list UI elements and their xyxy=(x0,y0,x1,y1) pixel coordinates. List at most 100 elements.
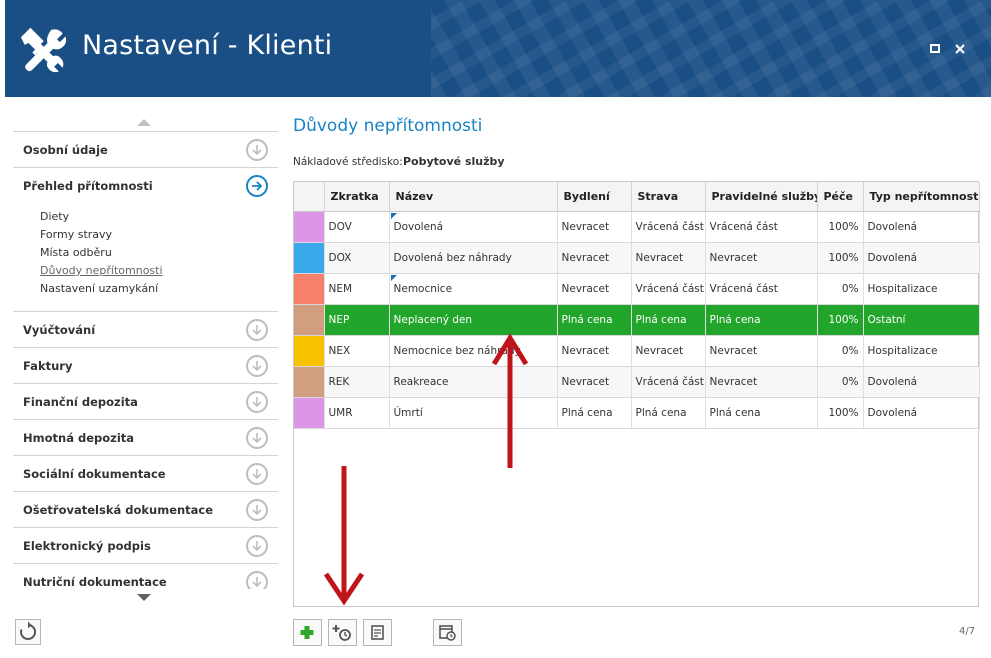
cell-care[interactable]: 0% xyxy=(817,366,864,398)
sidebar-item-osetrovatelska-dokumentace[interactable]: Ošetřovatelská dokumentace xyxy=(13,491,278,527)
maximize-button[interactable] xyxy=(926,40,944,58)
column-header[interactable]: Pravidelné služby xyxy=(705,182,818,212)
subitem-mista-odberu[interactable]: Místa odběru xyxy=(40,246,112,259)
chevron-down-circle-icon[interactable] xyxy=(246,319,268,341)
notes-button[interactable] xyxy=(363,619,392,646)
sidebar-item-faktury[interactable]: Faktury xyxy=(13,347,278,383)
cell-name[interactable]: Dovolená xyxy=(389,211,558,243)
cell-type[interactable]: Dovolená xyxy=(863,397,980,429)
cell-name[interactable]: Nemocnice bez náhrady xyxy=(389,335,558,367)
cell-code[interactable]: NEX xyxy=(324,335,390,367)
cell-name[interactable]: Neplacený den xyxy=(389,304,558,336)
chevron-down-circle-icon[interactable] xyxy=(246,355,268,377)
cell-name[interactable]: Úmrtí xyxy=(389,397,558,429)
add-button[interactable] xyxy=(293,619,322,646)
cell-food[interactable]: Vrácená část xyxy=(631,273,706,305)
cell-housing[interactable]: Plná cena xyxy=(557,304,632,336)
subitem-diety[interactable]: Diety xyxy=(40,210,69,223)
column-header[interactable]: Strava xyxy=(631,182,706,212)
sidebar-item-elektronicky-podpis[interactable]: Elektronický podpis xyxy=(13,527,278,563)
cell-type[interactable]: Dovolená xyxy=(863,211,980,243)
sidebar-item-socialni-dokumentace[interactable]: Sociální dokumentace xyxy=(13,455,278,491)
table-row[interactable]: DOX Dovolená bez náhrady Nevracet Nevracet N… xyxy=(294,242,980,274)
scroll-down-icon[interactable] xyxy=(137,594,151,601)
subitem-formy-stravy[interactable]: Formy stravy xyxy=(40,228,112,241)
cell-housing[interactable]: Plná cena xyxy=(557,397,632,429)
cell-code[interactable]: DOV xyxy=(324,211,390,243)
cell-food[interactable]: Plná cena xyxy=(631,304,706,336)
column-header[interactable]: Zkratka xyxy=(324,182,390,212)
cell-food[interactable]: Vrácená část xyxy=(631,366,706,398)
chevron-down-circle-icon[interactable] xyxy=(246,463,268,485)
column-header[interactable]: Název xyxy=(389,182,558,212)
subitem-nastaveni-uzamykani[interactable]: Nastavení uzamykání xyxy=(40,282,158,295)
table-header-row: Zkratka Název Bydlení Strava Pravidelné … xyxy=(294,182,980,212)
cell-code[interactable]: REK xyxy=(324,366,390,398)
cell-services[interactable]: Nevracet xyxy=(705,335,818,367)
table-row[interactable]: DOV Dovolená Nevracet Vrácená část Vrácená č… xyxy=(294,211,980,243)
cell-housing[interactable]: Nevracet xyxy=(557,273,632,305)
table-row[interactable]: NEX Nemocnice bez náhrady Nevracet Nevracet… xyxy=(294,335,980,367)
cell-name[interactable]: Nemocnice xyxy=(389,273,558,305)
chevron-down-circle-icon[interactable] xyxy=(246,535,268,557)
chevron-down-circle-icon[interactable] xyxy=(246,139,268,161)
cell-food[interactable]: Plná cena xyxy=(631,397,706,429)
column-header[interactable]: Typ nepřítomnosti xyxy=(863,182,980,212)
chevron-down-circle-icon[interactable] xyxy=(246,427,268,449)
scroll-up-icon[interactable] xyxy=(137,119,151,126)
cell-code[interactable]: DOX xyxy=(324,242,390,274)
table-row[interactable]: REK Reakreace Nevracet Vrácená část Nevracet… xyxy=(294,366,980,398)
cell-housing[interactable]: Nevracet xyxy=(557,366,632,398)
sidebar-item-osobni-udaje[interactable]: Osobní údaje xyxy=(13,131,278,167)
row-color-swatch xyxy=(294,366,325,398)
cell-care[interactable]: 100% xyxy=(817,397,864,429)
sidebar-item-hmotna-depozita[interactable]: Hmotná depozita xyxy=(13,419,278,455)
cell-services[interactable]: Vrácená část xyxy=(705,273,818,305)
cell-food[interactable]: Nevracet xyxy=(631,335,706,367)
cell-code[interactable]: UMR xyxy=(324,397,390,429)
sidebar-item-nutricni-dokumentace[interactable]: Nutriční dokumentace xyxy=(13,563,278,589)
cell-type[interactable]: Ostatní xyxy=(863,304,980,336)
cell-type[interactable]: Hospitalizace xyxy=(863,335,980,367)
table-row[interactable]: NEP Neplacený den Plná cena Plná cena Plná c… xyxy=(294,304,980,336)
chevron-down-circle-icon[interactable] xyxy=(246,571,268,589)
sidebar-item-vyuctovani[interactable]: Vyúčtování xyxy=(13,311,278,347)
column-header[interactable]: Péče xyxy=(817,182,864,212)
cell-care[interactable]: 0% xyxy=(817,335,864,367)
cell-services[interactable]: Vrácená část xyxy=(705,211,818,243)
cell-care[interactable]: 0% xyxy=(817,273,864,305)
cell-care[interactable]: 100% xyxy=(817,242,864,274)
plus-icon xyxy=(300,626,314,639)
cell-care[interactable]: 100% xyxy=(817,304,864,336)
cell-type[interactable]: Hospitalizace xyxy=(863,273,980,305)
cell-services[interactable]: Plná cena xyxy=(705,304,818,336)
add-time-button[interactable] xyxy=(328,619,357,646)
cell-housing[interactable]: Nevracet xyxy=(557,242,632,274)
cell-name[interactable]: Reakreace xyxy=(389,366,558,398)
refresh-button[interactable] xyxy=(15,619,41,645)
chevron-down-circle-icon[interactable] xyxy=(246,499,268,521)
cell-type[interactable]: Dovolená xyxy=(863,366,980,398)
cell-housing[interactable]: Nevracet xyxy=(557,211,632,243)
cell-housing[interactable]: Nevracet xyxy=(557,335,632,367)
cell-food[interactable]: Vrácená část xyxy=(631,211,706,243)
cell-code[interactable]: NEM xyxy=(324,273,390,305)
table-row[interactable]: NEM Nemocnice Nevracet Vrácená část Vrácená … xyxy=(294,273,980,305)
history-button[interactable] xyxy=(433,619,462,646)
close-button[interactable] xyxy=(951,40,969,58)
sidebar-item-financni-depozita[interactable]: Finanční depozita xyxy=(13,383,278,419)
subitem-duvody-nepritomnosti[interactable]: Důvody nepřítomnosti xyxy=(40,264,163,277)
cell-name[interactable]: Dovolená bez náhrady xyxy=(389,242,558,274)
chevron-right-circle-icon[interactable] xyxy=(246,175,268,197)
cell-food[interactable]: Nevracet xyxy=(631,242,706,274)
cell-services[interactable]: Nevracet xyxy=(705,242,818,274)
calendar-clock-icon xyxy=(439,625,456,641)
chevron-down-circle-icon[interactable] xyxy=(246,391,268,413)
cell-type[interactable]: Dovolená xyxy=(863,242,980,274)
cell-care[interactable]: 100% xyxy=(817,211,864,243)
cell-code[interactable]: NEP xyxy=(324,304,390,336)
column-header[interactable]: Bydlení xyxy=(557,182,632,212)
table-row[interactable]: UMR Úmrtí Plná cena Plná cena Plná cena 100% D… xyxy=(294,397,980,429)
cell-services[interactable]: Plná cena xyxy=(705,397,818,429)
cell-services[interactable]: Nevracet xyxy=(705,366,818,398)
